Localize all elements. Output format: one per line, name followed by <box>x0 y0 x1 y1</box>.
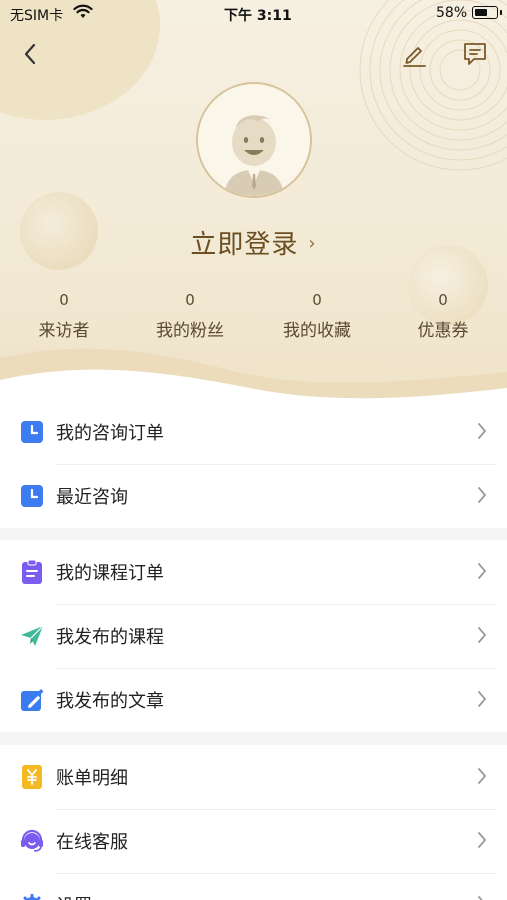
menu-item-online-service[interactable]: 在线客服 <box>0 809 507 873</box>
battery-icon <box>472 6 502 19</box>
menu-item-recent-consult[interactable]: 最近咨询 <box>0 464 507 528</box>
menu-item-settings[interactable]: 设置 <box>0 873 507 900</box>
chevron-right-icon: › <box>308 233 317 254</box>
menu-item-consult-orders[interactable]: 我的咨询订单 <box>0 400 507 464</box>
chevron-right-icon <box>478 423 487 439</box>
battery-percent: 58% <box>436 5 468 21</box>
menu-item-label: 我的咨询订单 <box>56 423 164 444</box>
chevron-right-icon <box>478 627 487 643</box>
menu-item-label: 设置 <box>56 892 92 900</box>
yen-bill-icon <box>20 765 44 789</box>
login-label: 立即登录 <box>190 230 299 260</box>
menu-item-label: 我发布的课程 <box>56 627 164 648</box>
paper-plane-icon <box>20 624 44 648</box>
chevron-left-icon <box>24 43 36 65</box>
menu-item-label: 在线客服 <box>56 832 128 853</box>
avatar[interactable] <box>196 82 312 198</box>
menu-section-consult: 我的咨询订单 最近咨询 <box>0 400 507 528</box>
status-bar: 无SIM卡 下午 3:11 58% <box>0 0 507 28</box>
message-button[interactable] <box>459 38 491 70</box>
headset-icon <box>20 829 44 853</box>
menu-section-service: 账单明细 在线客服 设置 <box>0 745 507 900</box>
profile-header: 无SIM卡 下午 3:11 58% 立即登录 › 0 来访者 0 我的粉丝 0 … <box>0 0 507 400</box>
menu-item-label: 我发布的文章 <box>56 691 164 712</box>
default-avatar-icon <box>198 84 310 196</box>
stat-value: 0 <box>185 291 195 309</box>
carrier-label: 无SIM卡 <box>10 8 64 24</box>
gear-icon <box>20 893 44 900</box>
menu-item-course-orders[interactable]: 我的课程订单 <box>0 540 507 604</box>
chevron-right-icon <box>478 768 487 784</box>
decor-wave <box>0 348 507 400</box>
clock-icon <box>20 484 44 508</box>
edit-profile-button[interactable] <box>398 38 430 70</box>
pencil-icon <box>403 47 426 67</box>
clock-time: 下午 3:11 <box>224 8 292 24</box>
stat-value: 0 <box>438 291 448 309</box>
wifi-icon <box>73 4 93 18</box>
clock-icon <box>20 420 44 444</box>
menu-item-label: 最近咨询 <box>56 487 128 508</box>
menu-item-label: 账单明细 <box>56 768 128 789</box>
message-icon <box>464 43 486 65</box>
chevron-right-icon <box>478 691 487 707</box>
chevron-right-icon <box>478 896 483 900</box>
menu-item-bill-details[interactable]: 账单明细 <box>0 745 507 809</box>
menu-item-label: 我的课程订单 <box>56 563 164 584</box>
chevron-right-icon <box>478 487 487 503</box>
chevron-right-icon <box>478 832 487 848</box>
back-button[interactable] <box>14 38 46 70</box>
menu-item-my-courses[interactable]: 我发布的课程 <box>0 604 507 668</box>
login-link[interactable]: 立即登录 › <box>0 224 507 261</box>
clipboard-icon <box>20 560 44 584</box>
edit-square-icon <box>20 688 44 712</box>
menu-item-my-articles[interactable]: 我发布的文章 <box>0 668 507 732</box>
menu-section-courses: 我的课程订单 我发布的课程 我发布的文章 <box>0 540 507 732</box>
stat-value: 0 <box>312 291 322 309</box>
stat-value: 0 <box>59 291 69 309</box>
chevron-right-icon <box>478 563 487 579</box>
